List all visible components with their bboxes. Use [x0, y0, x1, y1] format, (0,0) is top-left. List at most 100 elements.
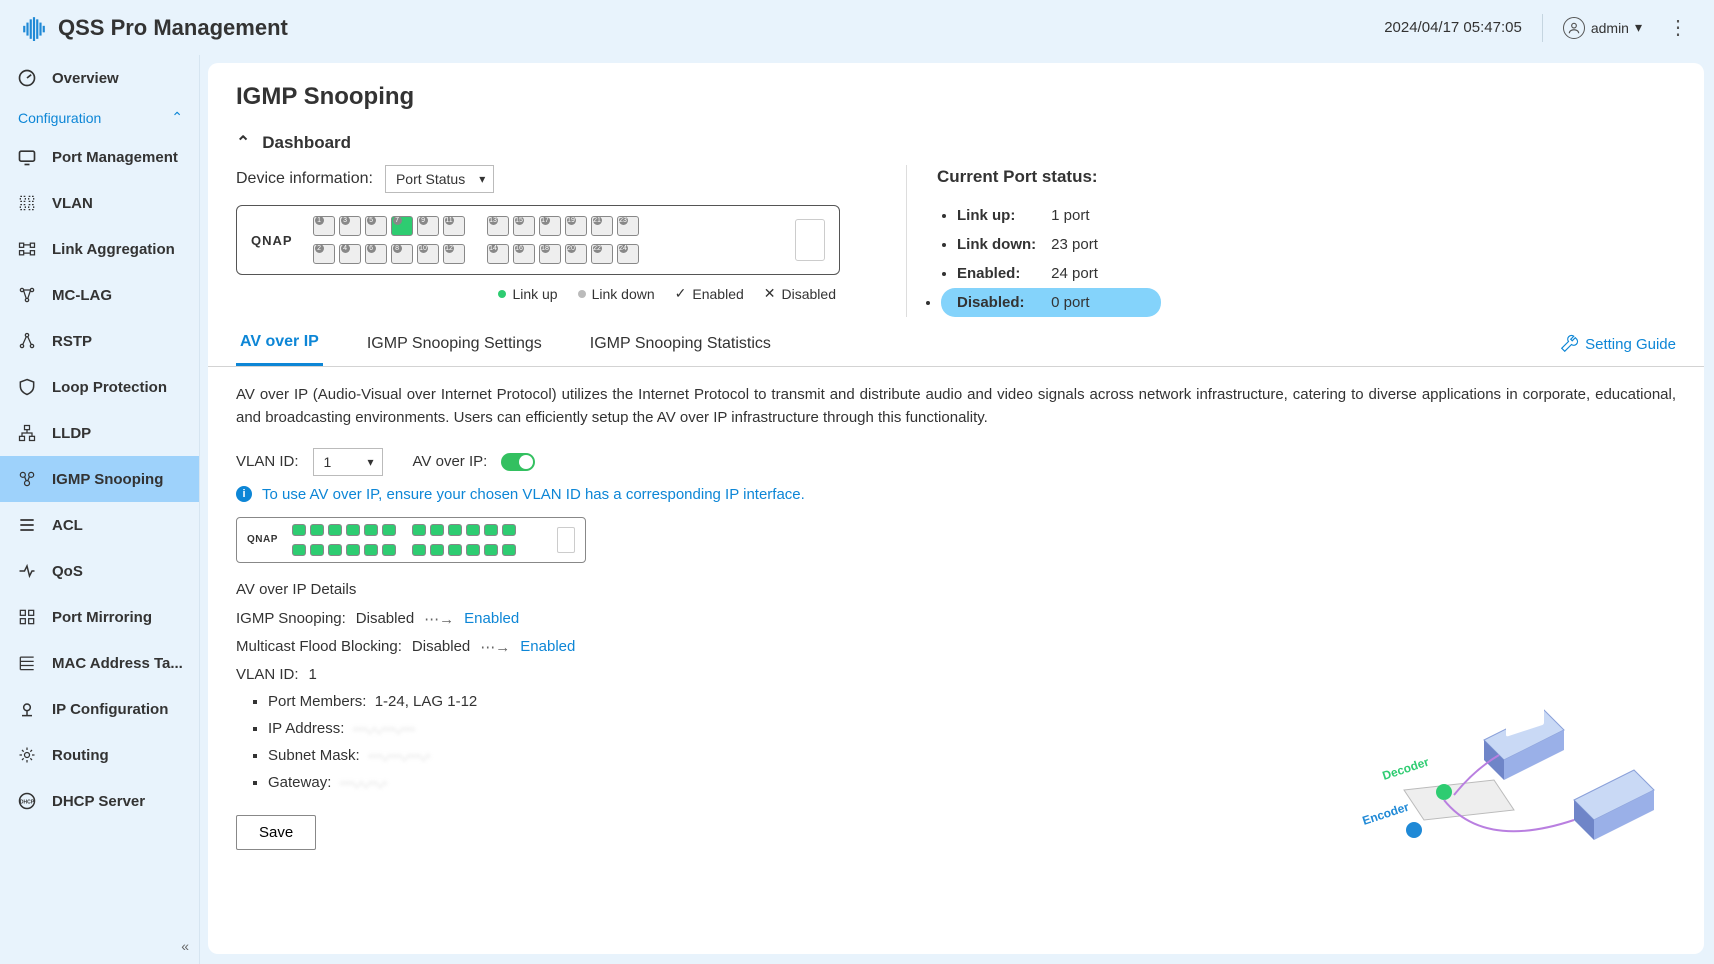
mini-port: [346, 544, 360, 556]
port-17[interactable]: 17: [539, 216, 561, 236]
sidebar-item-rstp[interactable]: RSTP: [0, 318, 199, 364]
sidebar-item-lldp[interactable]: LLDP: [0, 410, 199, 456]
sidebar-item-overview[interactable]: Overview: [0, 55, 199, 101]
port-2[interactable]: 2: [313, 244, 335, 264]
port-9[interactable]: 9: [417, 216, 439, 236]
tab-igmp-snooping-statistics[interactable]: IGMP Snooping Statistics: [586, 335, 775, 365]
gateway-value: ···.·.··.·: [340, 774, 387, 791]
ip-address-label: IP Address:: [268, 720, 344, 737]
app-header: QSS Pro Management 2024/04/17 05:47:05 a…: [0, 0, 1714, 55]
mini-port: [328, 524, 342, 536]
port-5[interactable]: 5: [365, 216, 387, 236]
device-info-select[interactable]: Port Status: [385, 165, 494, 193]
sidebar-label: Port Management: [52, 149, 178, 166]
port-24[interactable]: 24: [617, 244, 639, 264]
port-10[interactable]: 10: [417, 244, 439, 264]
port-16[interactable]: 16: [513, 244, 535, 264]
port-11[interactable]: 11: [443, 216, 465, 236]
port-20[interactable]: 20: [565, 244, 587, 264]
sidebar-label: Link Aggregation: [52, 241, 175, 258]
mini-port: [292, 524, 306, 536]
port-22[interactable]: 22: [591, 244, 613, 264]
legend-dot-green-icon: [498, 290, 506, 298]
sidebar-item-acl[interactable]: ACL: [0, 502, 199, 548]
sidebar-item-mc-lag[interactable]: MC-LAG: [0, 272, 199, 318]
mini-port: [346, 524, 360, 536]
mini-switch-diagram: QNAP: [236, 517, 586, 563]
sidebar-label: MAC Address Ta...: [52, 655, 183, 672]
vlan-id-select[interactable]: 1: [313, 448, 383, 476]
sidebar-label: QoS: [52, 563, 83, 580]
sidebar-collapse-icon[interactable]: «: [181, 938, 189, 954]
kebab-menu-icon[interactable]: ⋮: [1662, 15, 1694, 40]
switch-fan-icon: [795, 219, 825, 261]
sidebar-section-configuration[interactable]: Configuration ⌃: [0, 101, 199, 134]
subnet-mask-label: Subnet Mask:: [268, 747, 360, 764]
snooping-icon: [16, 468, 38, 490]
sidebar-label: LLDP: [52, 425, 91, 442]
port-13[interactable]: 13: [487, 216, 509, 236]
sidebar-item-ip-configuration[interactable]: IP Configuration: [0, 686, 199, 732]
legend-enabled: Enabled: [692, 286, 743, 302]
arrow-right-icon: ⋯→: [480, 638, 510, 656]
status-link-down-label: Link down:: [957, 236, 1047, 253]
port-14[interactable]: 14: [487, 244, 509, 264]
sidebar-item-routing[interactable]: Routing: [0, 732, 199, 778]
av-details-title: AV over IP Details: [236, 581, 1676, 598]
sidebar-item-dhcp-server[interactable]: DHCPDHCP Server: [0, 778, 199, 824]
save-button[interactable]: Save: [236, 815, 316, 850]
sidebar-item-loop-protection[interactable]: Loop Protection: [0, 364, 199, 410]
port-3[interactable]: 3: [339, 216, 361, 236]
tab-av-over-ip[interactable]: AV over IP: [236, 333, 323, 366]
tab-igmp-snooping-settings[interactable]: IGMP Snooping Settings: [363, 335, 546, 365]
sidebar-item-qos[interactable]: QoS: [0, 548, 199, 594]
legend-disabled: Disabled: [782, 286, 836, 302]
grid-icon: [16, 192, 38, 214]
x-icon: ✕: [764, 285, 776, 302]
mfb-current: Disabled: [412, 638, 470, 655]
sidebar-item-port-management[interactable]: Port Management: [0, 134, 199, 180]
av-over-ip-toggle[interactable]: [501, 453, 535, 471]
mfb-target[interactable]: Enabled: [520, 638, 575, 655]
av-over-ip-description: AV over IP (Audio-Visual over Internet P…: [236, 383, 1676, 430]
port-1[interactable]: 1: [313, 216, 335, 236]
wrench-icon: [1561, 334, 1579, 356]
table-icon: [16, 652, 38, 674]
igmp-snooping-target[interactable]: Enabled: [464, 610, 519, 627]
port-8[interactable]: 8: [391, 244, 413, 264]
shield-icon: [16, 376, 38, 398]
ip-address-value: ···.·.···.···: [353, 720, 415, 737]
legend-link-up: Link up: [512, 286, 557, 302]
gateway-label: Gateway:: [268, 774, 331, 791]
port-19[interactable]: 19: [565, 216, 587, 236]
app-title: QSS Pro Management: [58, 15, 288, 41]
switch-diagram: QNAP 1 3 5 7 9 11 13 15 17: [236, 205, 840, 275]
port-15[interactable]: 15: [513, 216, 535, 236]
sidebar-item-igmp-snooping[interactable]: IGMP Snooping: [0, 456, 199, 502]
status-disabled-value: 0 port: [1051, 294, 1089, 311]
vlan-detail-label: VLAN ID:: [236, 666, 299, 683]
setting-guide-link[interactable]: Setting Guide: [1561, 334, 1676, 366]
port-21[interactable]: 21: [591, 216, 613, 236]
port-4[interactable]: 4: [339, 244, 361, 264]
port-6[interactable]: 6: [365, 244, 387, 264]
sidebar-item-link-aggregation[interactable]: Link Aggregation: [0, 226, 199, 272]
user-menu[interactable]: admin ▾: [1563, 17, 1642, 39]
dashboard-toggle[interactable]: ⌃ Dashboard: [208, 121, 1704, 157]
port-7[interactable]: 7: [391, 216, 413, 236]
sidebar-item-port-mirroring[interactable]: Port Mirroring: [0, 594, 199, 640]
switch-brand: QNAP: [251, 233, 293, 248]
port-members-value: 1-24, LAG 1-12: [375, 693, 478, 710]
port-23[interactable]: 23: [617, 216, 639, 236]
sidebar-item-mac-address-table[interactable]: MAC Address Ta...: [0, 640, 199, 686]
mini-port: [502, 544, 516, 556]
device-info-label: Device information:: [236, 170, 373, 188]
port-18[interactable]: 18: [539, 244, 561, 264]
sidebar-item-vlan[interactable]: VLAN: [0, 180, 199, 226]
mini-port: [448, 544, 462, 556]
port-legend: Link up Link down ✓Enabled ✕Disabled: [236, 275, 856, 302]
port-12[interactable]: 12: [443, 244, 465, 264]
sidebar-label: IP Configuration: [52, 701, 168, 718]
status-enabled-label: Enabled:: [957, 265, 1047, 282]
subnet-mask-value: ···.···.···.·: [368, 747, 430, 764]
